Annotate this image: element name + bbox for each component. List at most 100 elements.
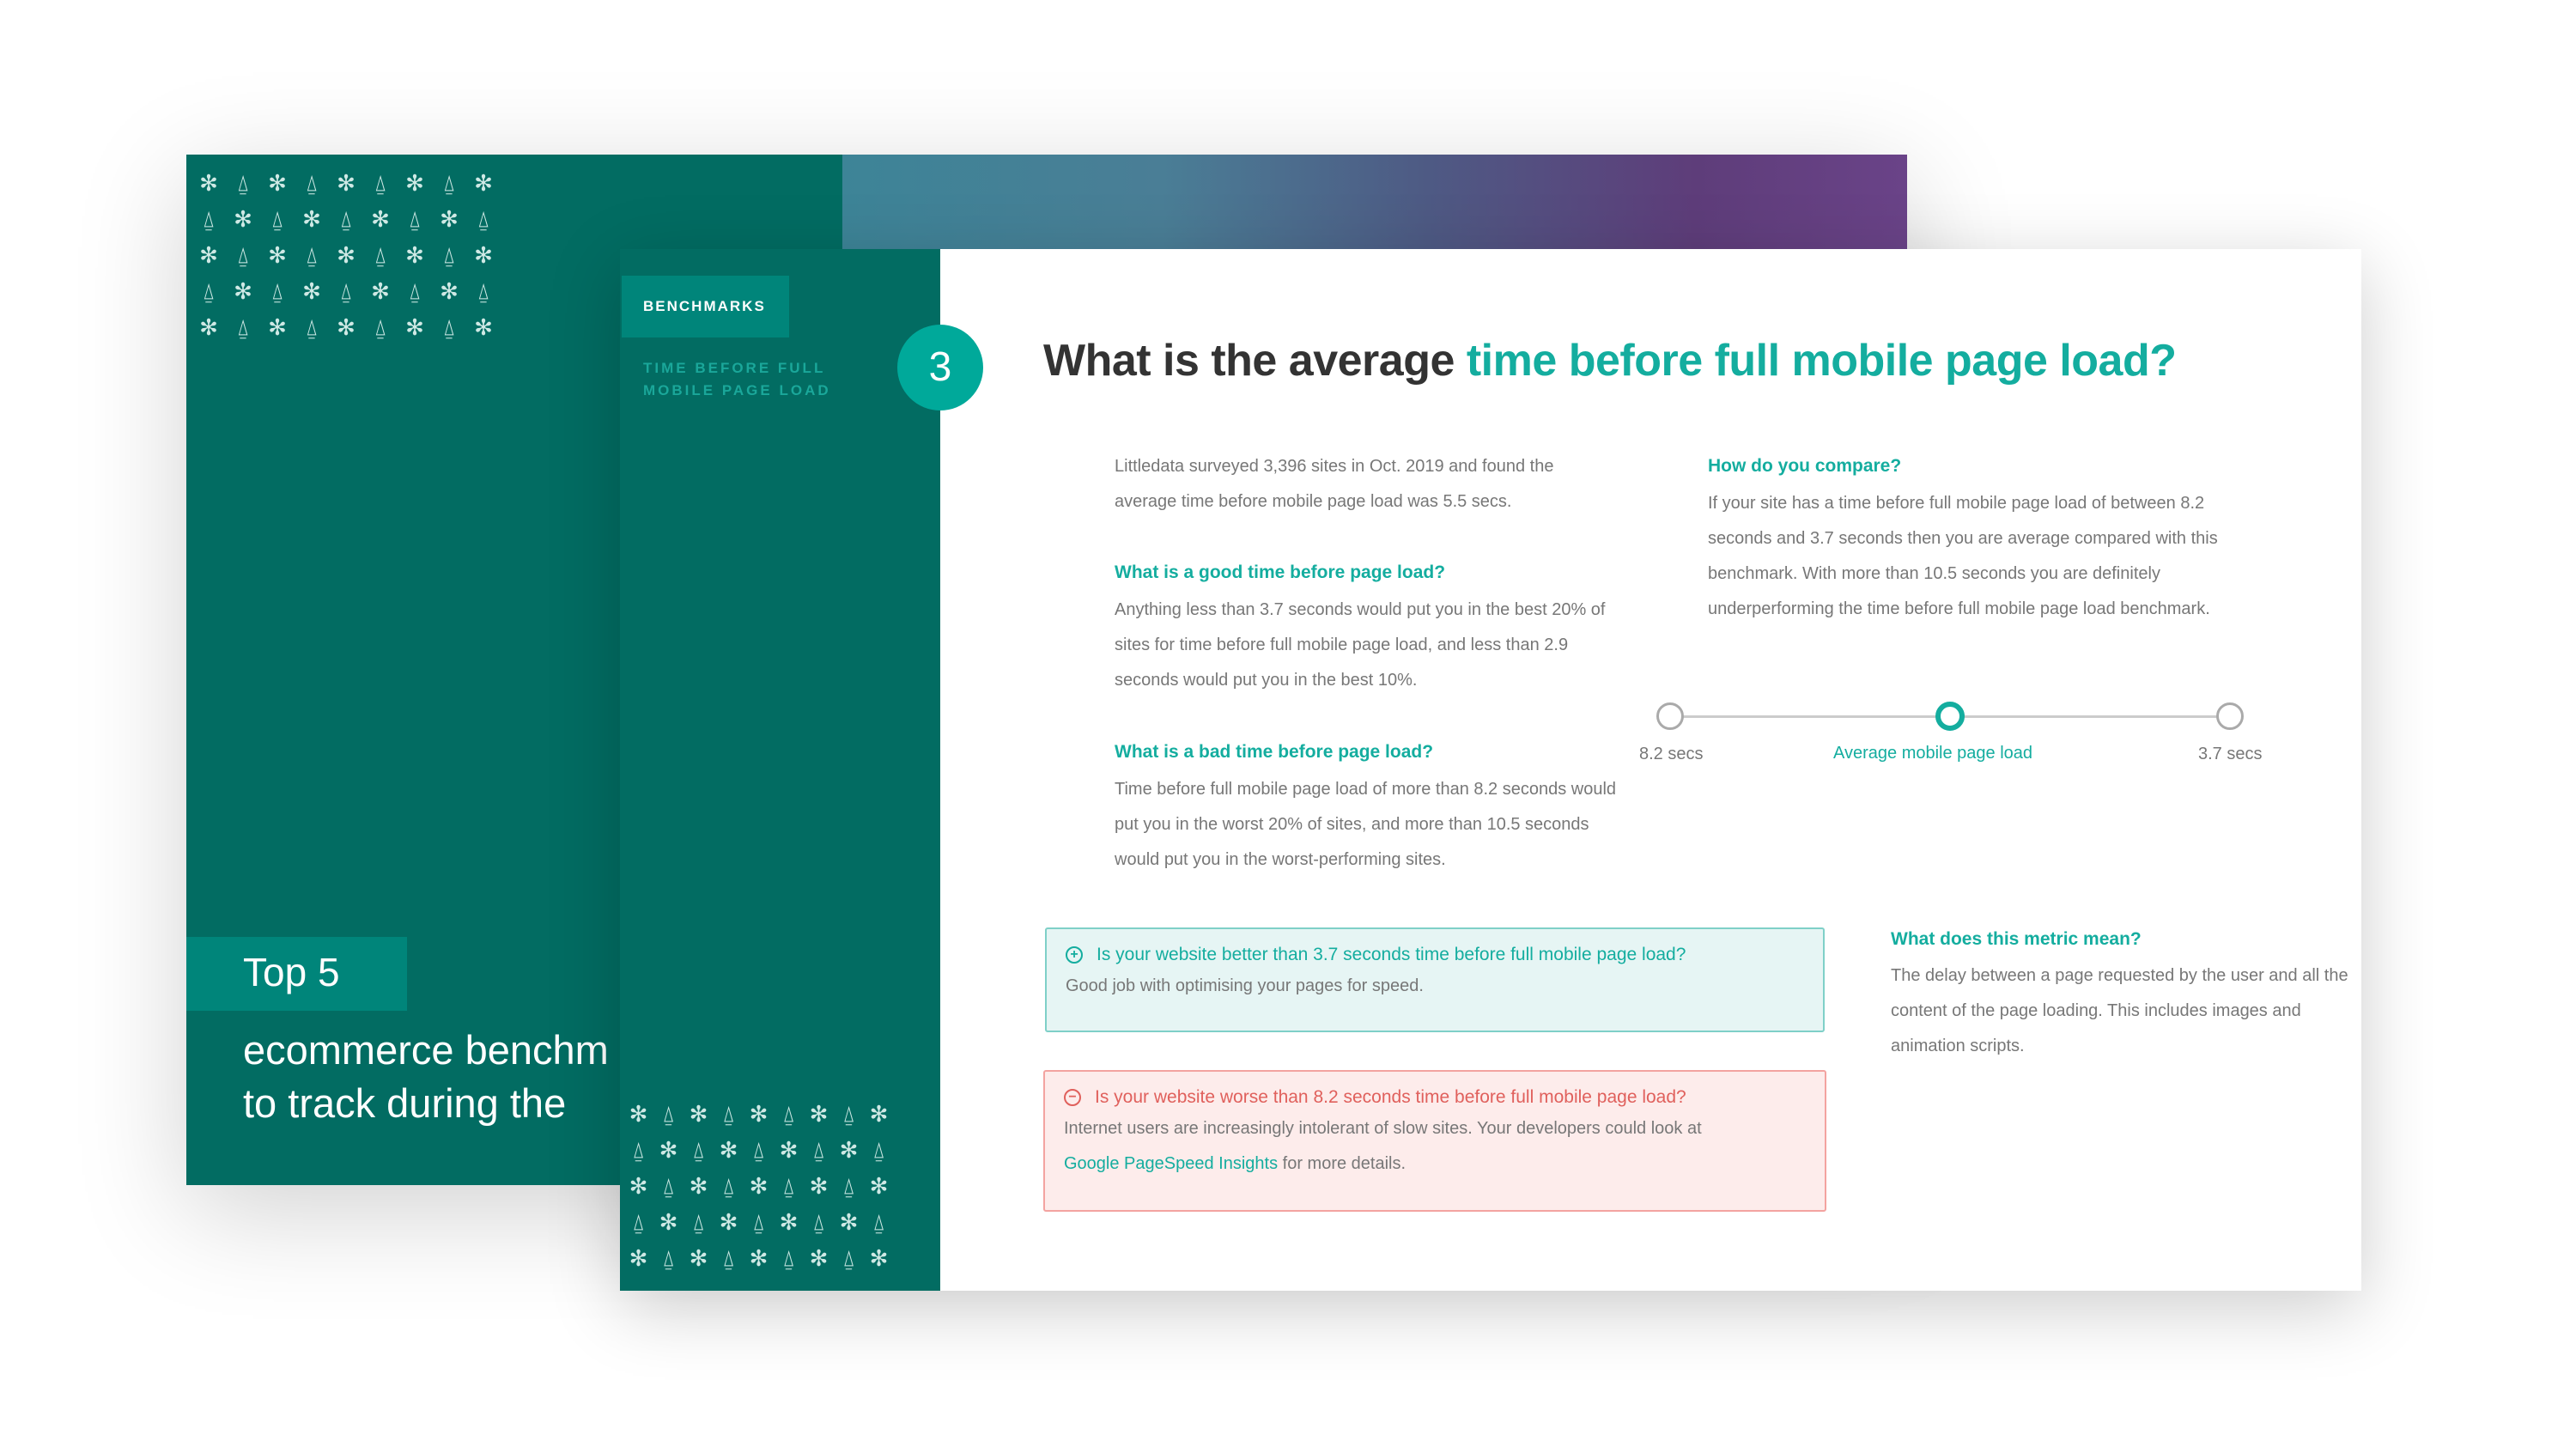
tree-icon: ⍙ [811, 1209, 826, 1235]
good-heading: What is a good time before page load? [1115, 562, 1446, 582]
snowflake-icon: ✻ [199, 242, 218, 268]
bad-heading: What is a bad time before page load? [1115, 742, 1434, 762]
snowflake-icon: ✻ [371, 278, 390, 304]
snowflake-icon: ✻ [302, 206, 321, 232]
tree-icon: ⍙ [202, 278, 216, 304]
snowflake-icon: ✻ [659, 1137, 678, 1163]
cover-photo-strip [842, 155, 1907, 249]
tree-icon: ⍙ [631, 1209, 646, 1235]
snowflake-icon: ✻ [337, 170, 355, 196]
snowflake-icon: ✻ [268, 314, 287, 340]
snowflake-icon: ✻ [689, 1101, 708, 1127]
snowflake-icon: ✻ [337, 242, 355, 268]
tree-icon: ⍙ [236, 314, 250, 340]
snowflake-icon: ✻ [869, 1101, 889, 1127]
snowflake-icon: ✻ [809, 1101, 829, 1127]
tree-icon: ⍙ [442, 242, 456, 268]
snowflake-icon: ✻ [719, 1137, 738, 1163]
title-plain: What is the average [1043, 336, 1467, 386]
tree-icon: ⍙ [442, 314, 456, 340]
snowflake-icon: ✻ [749, 1245, 769, 1271]
snowflake-icon: ✻ [869, 1245, 889, 1271]
snowflake-icon: ✻ [234, 206, 252, 232]
tree-icon: ⍙ [841, 1101, 856, 1127]
snowflake-icon: ✻ [405, 314, 424, 340]
tree-icon: ⍙ [236, 242, 250, 268]
cover-title-line1: ecommerce benchm [243, 1027, 609, 1073]
tree-icon: ⍙ [202, 206, 216, 232]
snowflake-icon: ✻ [337, 314, 355, 340]
tree-icon: ⍙ [270, 278, 284, 304]
snowflake-icon: ✻ [474, 170, 493, 196]
tree-icon: ⍙ [721, 1245, 736, 1271]
snowflake-icon: ✻ [371, 206, 390, 232]
tree-icon: ⍙ [781, 1173, 796, 1199]
tree-icon: ⍙ [661, 1245, 676, 1271]
festive-pattern: ✻ ⍙ ✻ ⍙ ✻ ⍙ ✻ ⍙ ✻ ⍙ ✻ ⍙ ✻ ⍙ ✻ ⍙ ✻ ⍙ ✻ ⍙ ✻ ⍙ ✻ ⍙ ✻ ⍙ ✻ ⍙ ✻ ⍙ ✻ ⍙ ✻ ⍙ ✻ ⍙ ✻ ⍙ ✻ ⍙… [623, 1099, 894, 1273]
minus-circle-icon: − [1064, 1089, 1081, 1106]
snowflake-icon: ✻ [779, 1209, 799, 1235]
snowflake-icon: ✻ [405, 242, 424, 268]
snowflake-icon: ✻ [749, 1173, 769, 1199]
snowflake-icon: ✻ [749, 1101, 769, 1127]
tree-icon: ⍙ [339, 278, 353, 304]
bad-text: Time before full mobile page load of mor… [1115, 780, 1617, 869]
snowflake-icon: ✻ [689, 1245, 708, 1271]
compare-text: If your site has a time before full mobi… [1708, 494, 2218, 618]
snowflake-icon: ✻ [629, 1101, 648, 1127]
tree-icon: ⍙ [661, 1101, 676, 1127]
snowflake-icon: ✻ [779, 1137, 799, 1163]
snowflake-icon: ✻ [809, 1245, 829, 1271]
cover-tag: Top 5 [186, 937, 407, 1011]
tree-icon: ⍙ [374, 314, 387, 340]
scale-label-middle: Average mobile page load [1833, 744, 2033, 763]
tree-icon: ⍙ [661, 1173, 676, 1199]
tree-icon: ⍙ [781, 1101, 796, 1127]
good-question: Is your website better than 3.7 seconds … [1097, 945, 1686, 964]
good-callout-text: Good job with optimising your pages for … [1066, 976, 1424, 995]
metric-heading: What does this metric mean? [1891, 929, 2142, 949]
plus-circle-icon: + [1066, 946, 1083, 964]
tree-icon: ⍙ [477, 278, 490, 304]
good-text: Anything less than 3.7 seconds would put… [1115, 600, 1606, 690]
metric-text: The delay between a page requested by th… [1891, 966, 2348, 1055]
tree-icon: ⍙ [811, 1137, 826, 1163]
snowflake-icon: ✻ [268, 242, 287, 268]
snowflake-icon: ✻ [268, 170, 287, 196]
tree-icon: ⍙ [408, 206, 422, 232]
festive-pattern: ✻ ⍙ ✻ ⍙ ✻ ⍙ ✻ ⍙ ✻ ⍙ ✻ ⍙ ✻ ⍙ ✻ ⍙ ✻ ⍙ ✻ ⍙ ✻ ⍙ ✻ ⍙ ✻ ⍙ ✻ ⍙ ✻ ⍙ ✻ ⍙ ✻ ⍙ ✻ ⍙ ✻ ⍙ ✻ ⍙… [191, 168, 501, 342]
section-subtitle: TIME BEFORE FULL MOBILE PAGE LOAD [643, 360, 831, 398]
tree-icon: ⍙ [751, 1137, 766, 1163]
tree-icon: ⍙ [841, 1245, 856, 1271]
tree-icon: ⍙ [305, 170, 319, 196]
page-sidebar: BENCHMARKS TIME BEFORE FULL MOBILE PAGE … [620, 249, 940, 1291]
tree-icon: ⍙ [236, 170, 250, 196]
bad-callout-text: Internet users are increasingly intolera… [1064, 1119, 1702, 1138]
tree-icon: ⍙ [442, 170, 456, 196]
snowflake-icon: ✻ [405, 170, 424, 196]
cover-title-line2: to track during the [243, 1080, 567, 1126]
snowflake-icon: ✻ [719, 1209, 738, 1235]
snowflake-icon: ✻ [199, 170, 218, 196]
benchmark-page: BENCHMARKS TIME BEFORE FULL MOBILE PAGE … [620, 249, 2361, 1291]
tree-icon: ⍙ [872, 1209, 886, 1235]
scale-point-selected [1935, 702, 1965, 731]
snowflake-icon: ✻ [199, 314, 218, 340]
snowflake-icon: ✻ [839, 1209, 859, 1235]
tree-icon: ⍙ [841, 1173, 856, 1199]
tree-icon: ⍙ [374, 242, 387, 268]
tree-icon: ⍙ [872, 1137, 886, 1163]
snowflake-icon: ✻ [474, 242, 493, 268]
scale-label-left: 8.2 secs [1639, 745, 1704, 763]
scale-label-right: 3.7 secs [2198, 745, 2263, 763]
tree-icon: ⍙ [781, 1245, 796, 1271]
pagespeed-link[interactable]: Google PageSpeed Insights [1064, 1154, 1278, 1173]
snowflake-icon: ✻ [869, 1173, 889, 1199]
title-accent: time before full mobile page load? [1466, 336, 2177, 386]
tree-icon: ⍙ [270, 206, 284, 232]
tree-icon: ⍙ [374, 170, 387, 196]
good-callout: + Is your website better than 3.7 seconds… [1045, 927, 1825, 1032]
tree-icon: ⍙ [751, 1209, 766, 1235]
snowflake-icon: ✻ [659, 1209, 678, 1235]
snowflake-icon: ✻ [629, 1173, 648, 1199]
